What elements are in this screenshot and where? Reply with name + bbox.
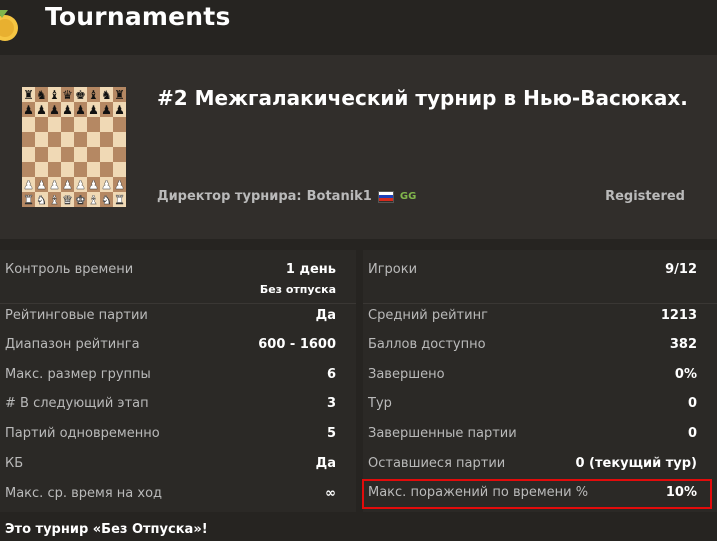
left-stats-panel: Контроль времени 1 день Без отпуска Рейт… bbox=[0, 250, 356, 512]
stat-value: 6 bbox=[326, 367, 336, 382]
page-title: Tournaments bbox=[45, 2, 231, 31]
svg-text:♞: ♞ bbox=[36, 88, 47, 102]
svg-text:♟: ♟ bbox=[36, 103, 47, 117]
svg-text:♜: ♜ bbox=[23, 88, 34, 102]
stat-row: Оставшиеся партии 0 (текущий тур) bbox=[363, 449, 717, 478]
svg-text:♟: ♟ bbox=[75, 103, 86, 117]
svg-text:♛: ♛ bbox=[62, 88, 73, 102]
stat-label: # В следующий этап bbox=[5, 396, 149, 411]
stat-row: Завершено 0% bbox=[363, 360, 717, 389]
stat-value: 0 bbox=[687, 396, 697, 411]
stat-label: Контроль времени bbox=[5, 262, 134, 277]
director-name-link[interactable]: Botanik1 bbox=[307, 189, 372, 204]
stat-row: Диапазон рейтинга 600 - 1600 bbox=[0, 330, 356, 359]
stat-label: Тур bbox=[368, 396, 392, 411]
stat-value: 1 день bbox=[285, 262, 336, 277]
svg-text:♟: ♟ bbox=[23, 103, 34, 117]
stat-row: Макс. ср. время на ход ∞ bbox=[0, 479, 356, 508]
registration-status: Registered bbox=[605, 189, 685, 204]
stat-row: Рейтинговые партии Да bbox=[0, 301, 356, 330]
svg-text:♞: ♞ bbox=[101, 88, 112, 102]
stat-value: Да bbox=[315, 308, 336, 323]
stat-label: КБ bbox=[5, 456, 24, 471]
stat-row: Тур 0 bbox=[363, 389, 717, 418]
stat-row: Средний рейтинг 1213 bbox=[363, 301, 717, 330]
stat-value: 382 bbox=[669, 337, 697, 352]
svg-text:♟: ♟ bbox=[49, 178, 60, 192]
stat-value: 0 bbox=[687, 426, 697, 441]
russia-flag-icon bbox=[377, 190, 394, 203]
stat-label: Игроки bbox=[368, 262, 418, 277]
footer-note: Это турнир «Без Отпуска»! bbox=[5, 522, 208, 537]
chessboard-icon[interactable]: ♜ ♞ ♝ ♛ ♚ ♝ ♞ ♜♟ ♟ ♟ ♟ ♟ ♟ ♟ ♟♟ ♟ ♟ ♟ ♟ ♟ ♟ ♟♜ ♞ ♝ ♛ ♚ ♝ ♞ ♜ bbox=[22, 87, 126, 207]
top-bar: Tournaments bbox=[0, 0, 717, 42]
svg-text:♞: ♞ bbox=[101, 193, 112, 207]
svg-text:♛: ♛ bbox=[62, 193, 73, 207]
stat-value: 1213 bbox=[660, 308, 697, 323]
svg-text:♝: ♝ bbox=[49, 193, 60, 207]
stat-label: Завершено bbox=[368, 367, 445, 382]
stat-row: # В следующий этап 3 bbox=[0, 389, 356, 418]
stat-value: 600 - 1600 bbox=[258, 337, 336, 352]
stat-label: Макс. размер группы bbox=[5, 367, 151, 382]
stat-row: Игроки 9/12 bbox=[363, 255, 717, 284]
svg-text:♟: ♟ bbox=[88, 178, 99, 192]
stat-value: ∞ bbox=[325, 486, 336, 501]
svg-text:♟: ♟ bbox=[114, 103, 125, 117]
director-badge: GG bbox=[399, 191, 417, 202]
stat-subvalue: Без отпуска bbox=[259, 283, 336, 296]
stat-value: 0% bbox=[674, 367, 697, 382]
svg-text:♟: ♟ bbox=[88, 103, 99, 117]
stat-value: 3 bbox=[326, 396, 336, 411]
svg-text:♟: ♟ bbox=[62, 178, 73, 192]
tournament-director: Директор турнира: Botanik1 GG bbox=[157, 189, 416, 204]
highlight-box bbox=[362, 479, 712, 509]
stat-row: Контроль времени 1 день Без отпуска bbox=[0, 255, 356, 300]
stat-label: Макс. ср. время на ход bbox=[5, 486, 163, 501]
stat-row: Баллов доступно 382 bbox=[363, 330, 717, 359]
svg-text:♟: ♟ bbox=[101, 178, 112, 192]
svg-text:♟: ♟ bbox=[101, 103, 112, 117]
svg-text:♟: ♟ bbox=[23, 178, 34, 192]
svg-text:♟: ♟ bbox=[49, 103, 60, 117]
stat-label: Баллов доступно bbox=[368, 337, 486, 352]
stat-label: Диапазон рейтинга bbox=[5, 337, 140, 352]
stat-label: Оставшиеся партии bbox=[368, 456, 506, 471]
svg-text:♟: ♟ bbox=[62, 103, 73, 117]
stat-row: Завершенные партии 0 bbox=[363, 419, 717, 448]
stat-value: 5 bbox=[326, 426, 336, 441]
svg-text:♟: ♟ bbox=[36, 178, 47, 192]
tournament-title[interactable]: #2 Межгалакический турнир в Нью-Васюках. bbox=[157, 86, 688, 110]
stat-row: КБ Да bbox=[0, 449, 356, 478]
svg-text:♞: ♞ bbox=[36, 193, 47, 207]
svg-text:♟: ♟ bbox=[75, 178, 86, 192]
stat-label: Рейтинговые партии bbox=[5, 308, 148, 323]
stat-label: Завершенные партии bbox=[368, 426, 517, 441]
right-stats-panel: Игроки 9/12 Средний рейтинг 1213 Баллов … bbox=[363, 250, 717, 512]
stat-value: 9/12 bbox=[665, 262, 697, 277]
stat-value: Да bbox=[315, 456, 336, 471]
stat-row: Макс. размер группы 6 bbox=[0, 360, 356, 389]
stat-row: Партий одновременно 5 bbox=[0, 419, 356, 448]
svg-text:♝: ♝ bbox=[49, 88, 60, 102]
svg-text:♚: ♚ bbox=[75, 193, 86, 207]
svg-text:♝: ♝ bbox=[88, 193, 99, 207]
stat-label: Партий одновременно bbox=[5, 426, 160, 441]
svg-text:♟: ♟ bbox=[114, 178, 125, 192]
svg-text:♜: ♜ bbox=[114, 88, 125, 102]
stat-label: Средний рейтинг bbox=[368, 308, 488, 323]
director-label: Директор турнира: bbox=[157, 189, 302, 204]
svg-text:♜: ♜ bbox=[23, 193, 34, 207]
svg-text:♚: ♚ bbox=[75, 88, 86, 102]
svg-text:♜: ♜ bbox=[114, 193, 125, 207]
svg-text:♝: ♝ bbox=[88, 88, 99, 102]
trophy-icon bbox=[0, 10, 18, 41]
stat-value: 0 (текущий тур) bbox=[575, 456, 697, 471]
